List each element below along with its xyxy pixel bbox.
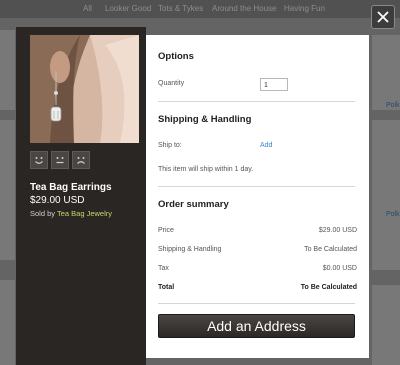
product-price: $29.00 USD [30,195,85,206]
product-image[interactable] [30,35,139,143]
divider [158,101,355,102]
summary-row-label: Shipping & Handling [158,246,222,253]
smile-button[interactable] [30,151,48,169]
total-label: Total [158,284,175,291]
sold-by: Sold by Tea Bag Jewelry [30,209,112,218]
summary-row-value: $29.00 USD [318,227,357,234]
checkout-panel: Options Quantity Shipping & Handling Shi… [146,35,369,358]
summary-row-value: To Be Calculated [304,246,357,253]
total-value: To Be Calculated [300,284,357,291]
frown-button[interactable] [72,151,90,169]
order-summary-heading: Order summary [158,199,229,210]
neutral-face-icon [56,157,64,164]
divider [158,186,355,187]
neutral-button[interactable] [51,151,69,169]
summary-row-label: Price [158,227,174,234]
ship-to-label: Ship to: [158,142,182,149]
close-button[interactable] [371,5,395,29]
quantity-input[interactable] [260,78,288,91]
summary-row-value: $0.00 USD [322,265,357,272]
add-address-button[interactable]: Add an Address [158,314,355,338]
shipping-note: This item will ship within 1 day. [158,166,254,173]
divider [158,303,355,304]
options-heading: Options [158,51,194,62]
summary-row-label: Tax [158,265,169,272]
add-ship-to-link[interactable]: Add [260,142,272,149]
product-title: Tea Bag Earrings [30,182,112,193]
sold-by-label: Sold by [30,209,56,218]
earring-photo [30,35,139,143]
frown-icon [77,157,85,164]
smile-icon [35,157,43,164]
shipping-heading: Shipping & Handling [158,114,252,125]
quantity-label: Quantity [158,80,185,87]
product-panel: Tea Bag Earrings $29.00 USD Sold by Tea … [16,27,146,365]
shop-name-link[interactable]: Tea Bag Jewelry [57,209,112,218]
close-icon [377,11,389,23]
